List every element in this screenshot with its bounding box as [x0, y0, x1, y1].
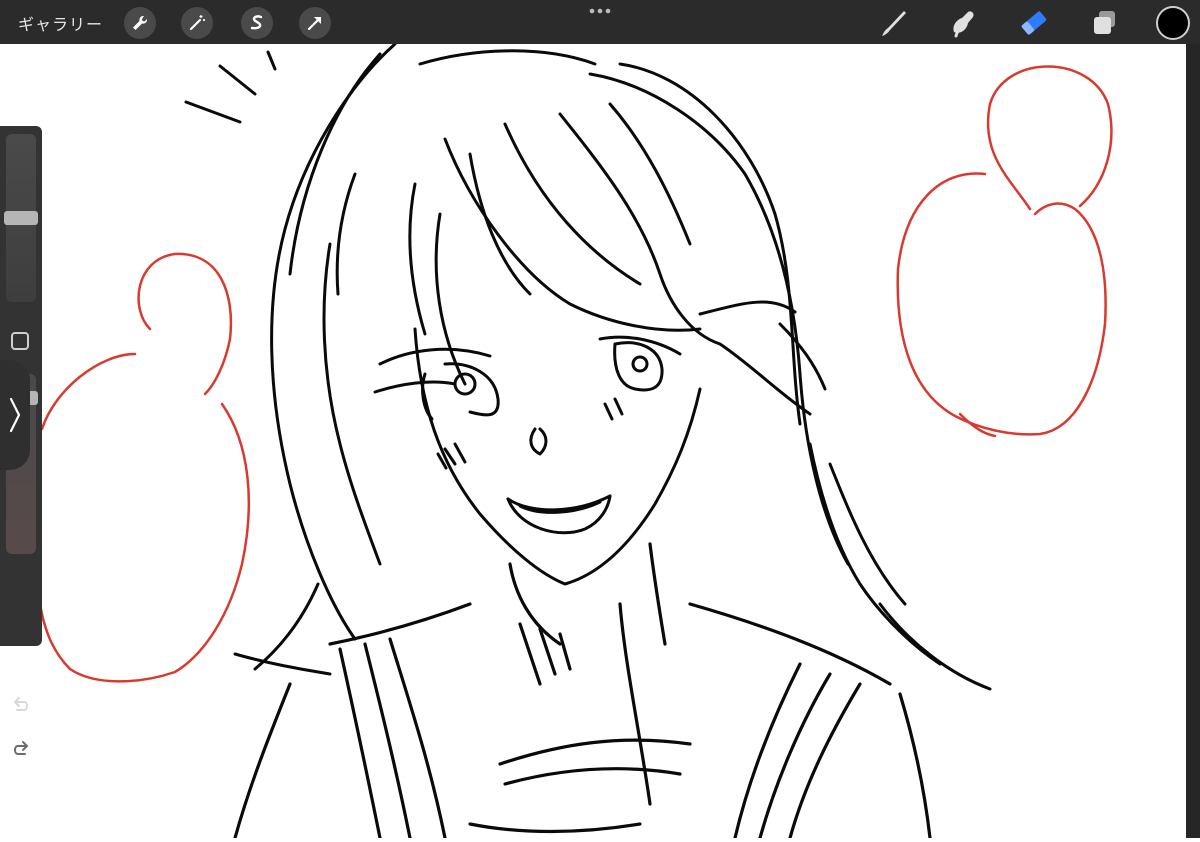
gallery-button[interactable]: ギャラリー	[18, 11, 103, 35]
more-dots-icon[interactable]	[588, 6, 612, 16]
redo-icon[interactable]	[10, 738, 32, 760]
selection-icon	[250, 15, 263, 30]
chevron-right-icon	[9, 397, 21, 433]
sidebar-toggle[interactable]	[0, 360, 30, 470]
brush-size-slider-thumb[interactable]	[4, 211, 38, 225]
drawing-canvas[interactable]	[0, 42, 1200, 840]
top-toolbar: ギャラリー	[0, 0, 1200, 44]
brush-icon[interactable]	[876, 6, 910, 40]
sketch-artwork	[38, 42, 1113, 840]
color-picker-swatch[interactable]	[1156, 6, 1190, 40]
transform-button[interactable]	[299, 7, 331, 39]
wrench-icon	[133, 15, 148, 30]
smudge-icon[interactable]	[946, 6, 980, 40]
transform-arrow-icon	[307, 16, 322, 31]
selection-button[interactable]	[241, 7, 273, 39]
actions-wrench-button[interactable]	[124, 7, 156, 39]
undo-icon[interactable]	[10, 694, 32, 716]
canvas-edge	[1186, 44, 1200, 838]
eraser-icon[interactable]	[1017, 6, 1051, 40]
modify-square-icon[interactable]	[11, 332, 29, 350]
adjustments-wand-button[interactable]	[181, 7, 213, 39]
magic-wand-icon	[189, 15, 205, 31]
layers-icon[interactable]	[1088, 6, 1122, 40]
